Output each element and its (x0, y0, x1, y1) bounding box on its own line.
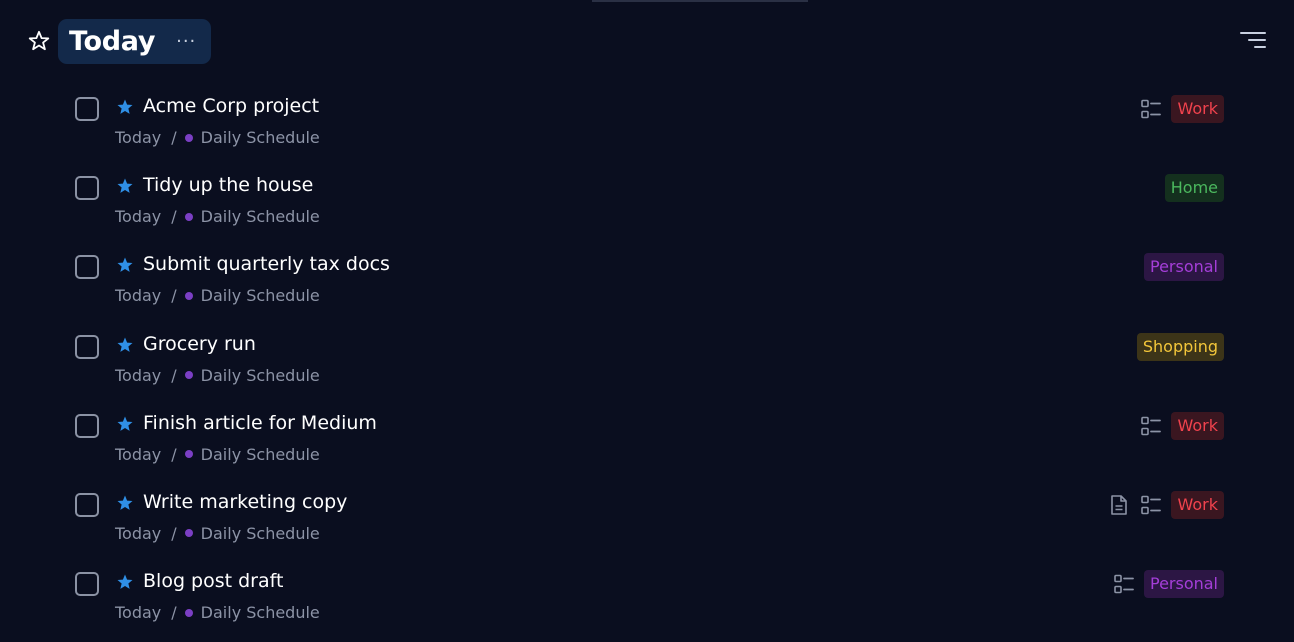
task-title[interactable]: Finish article for Medium (143, 412, 377, 434)
meta-separator: / (171, 365, 177, 385)
priority-star-icon[interactable] (116, 573, 134, 591)
task-list-name: Daily Schedule (200, 128, 320, 147)
task-tag[interactable]: Shopping (1136, 332, 1224, 361)
task-list: Acme Corp project Today / Daily Schedule… (0, 88, 1294, 642)
meta-separator: / (171, 286, 177, 306)
task-meta: Today / Daily Schedule (115, 207, 320, 226)
priority-star-icon[interactable] (116, 256, 134, 274)
window-drag-handle[interactable] (592, 0, 808, 2)
priority-star-icon[interactable] (116, 415, 134, 433)
subtasks-icon (1139, 414, 1163, 438)
task-title[interactable]: Blog post draft (143, 570, 283, 592)
note-icon (1107, 493, 1131, 517)
list-color-dot (184, 450, 193, 459)
subtasks-icon (1139, 493, 1163, 517)
header: Today ··· (26, 18, 1268, 64)
meta-separator: / (171, 523, 177, 543)
task-checkbox[interactable] (75, 176, 99, 201)
task-checkbox[interactable] (75, 97, 99, 121)
meta-separator: / (171, 207, 177, 227)
task-title[interactable]: Tidy up the house (143, 174, 313, 196)
priority-star-icon[interactable] (116, 336, 134, 354)
task-meta: Today / Daily Schedule (115, 286, 320, 305)
task-title[interactable]: Submit quarterly tax docs (143, 253, 390, 275)
task-row[interactable]: Finish article for Medium Today / Daily … (0, 405, 1294, 484)
page-title: Today (69, 25, 156, 57)
task-row[interactable]: Write marketing copy Today / Daily Sched… (0, 484, 1294, 563)
task-right-area: Work (1139, 95, 1224, 123)
task-right-area: Work (1107, 490, 1224, 519)
task-meta: Today / Daily Schedule (115, 445, 320, 464)
task-checkbox[interactable] (75, 572, 99, 597)
meta-separator: / (171, 444, 177, 464)
task-row[interactable]: Acme Corp project Today / Daily Schedule… (0, 88, 1294, 167)
task-list-name: Daily Schedule (200, 603, 320, 623)
list-color-dot (184, 608, 193, 617)
list-color-dot (184, 529, 193, 538)
task-list-name: Daily Schedule (200, 444, 320, 464)
task-list-name: Daily Schedule (200, 207, 320, 227)
task-due-date: Today (115, 286, 162, 306)
task-meta: Today / Daily Schedule (115, 128, 320, 147)
task-meta: Today / Daily Schedule (115, 603, 320, 622)
task-tag[interactable]: Personal (1143, 570, 1224, 599)
list-color-dot (184, 371, 193, 380)
meta-separator: / (171, 603, 177, 623)
task-checkbox[interactable] (75, 334, 99, 359)
star-outline-icon[interactable] (26, 28, 52, 54)
list-color-dot (184, 291, 193, 300)
priority-star-icon[interactable] (116, 494, 134, 512)
task-right-area: Personal (1143, 253, 1224, 282)
task-meta: Today / Daily Schedule (115, 366, 320, 385)
task-due-date: Today (115, 128, 162, 147)
task-title[interactable]: Write marketing copy (143, 491, 347, 513)
task-due-date: Today (115, 365, 162, 385)
task-row[interactable]: Submit quarterly tax docs Today / Daily … (0, 246, 1294, 325)
sort-filter-icon[interactable] (1240, 29, 1266, 51)
task-right-area: Home (1164, 174, 1224, 203)
task-row[interactable]: Grocery run Today / Daily Schedule Shopp… (0, 326, 1294, 405)
task-tag[interactable]: Work (1171, 490, 1224, 519)
page-title-pill[interactable]: Today ··· (58, 18, 212, 64)
task-due-date: Today (115, 603, 162, 623)
task-row[interactable]: Tidy up the house Today / Daily Schedule… (0, 167, 1294, 246)
task-title[interactable]: Acme Corp project (143, 95, 319, 117)
priority-star-icon[interactable] (116, 177, 134, 195)
meta-separator: / (171, 128, 177, 147)
task-list-name: Daily Schedule (200, 365, 320, 385)
task-right-area: Shopping (1136, 332, 1224, 361)
subtasks-icon (1139, 97, 1163, 121)
list-color-dot (184, 212, 193, 221)
task-meta: Today / Daily Schedule (115, 524, 320, 543)
list-color-dot (184, 133, 193, 142)
task-title[interactable]: Grocery run (143, 333, 256, 355)
task-list-name: Daily Schedule (200, 286, 320, 306)
task-checkbox[interactable] (75, 255, 99, 280)
task-tag[interactable]: Work (1171, 411, 1224, 440)
task-tag[interactable]: Work (1171, 95, 1224, 123)
subtasks-icon (1112, 572, 1136, 596)
task-tag[interactable]: Personal (1143, 253, 1224, 282)
task-checkbox[interactable] (75, 413, 99, 438)
more-options-button[interactable]: ··· (175, 30, 197, 52)
task-tag[interactable]: Home (1164, 174, 1224, 203)
priority-star-icon[interactable] (116, 98, 134, 116)
task-checkbox[interactable] (75, 492, 99, 517)
task-row[interactable]: Blog post draft Today / Daily Schedule P… (0, 563, 1294, 642)
task-due-date: Today (115, 444, 162, 464)
task-right-area: Personal (1112, 570, 1224, 599)
task-due-date: Today (115, 523, 162, 543)
task-due-date: Today (115, 207, 162, 227)
today-view: Today ··· Acme Corp project Today / Dail… (0, 0, 1294, 642)
task-right-area: Work (1139, 411, 1224, 440)
task-list-name: Daily Schedule (200, 523, 320, 543)
